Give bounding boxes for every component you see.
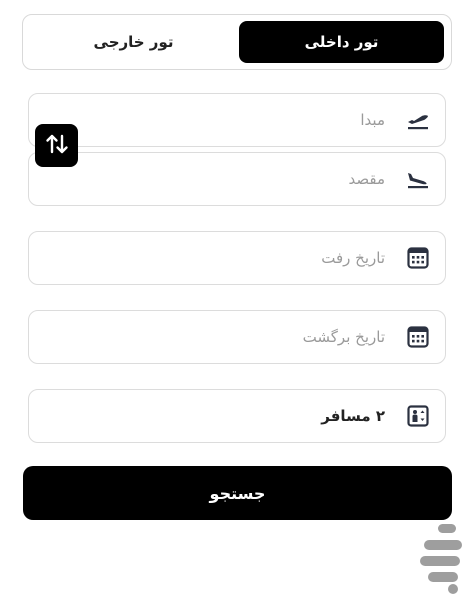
destination-placeholder: مقصد <box>348 170 385 188</box>
tab-foreign-tour[interactable]: تور خارجی <box>31 21 236 63</box>
app-store-watermark-logo <box>418 520 466 596</box>
calendar-icon <box>405 245 431 271</box>
tour-type-tabs: تور داخلی تور خارجی <box>22 14 452 70</box>
swap-vertical-icon <box>44 131 70 161</box>
return-date-field[interactable]: تاریخ برگشت <box>28 310 446 364</box>
calendar-icon <box>405 324 431 350</box>
origin-placeholder: مبدا <box>360 111 385 129</box>
departure-date-placeholder: تاریخ رفت <box>321 249 385 267</box>
return-date-placeholder: تاریخ برگشت <box>302 328 385 346</box>
airplane-takeoff-icon <box>405 107 431 133</box>
passengers-value: ۲ مسافر <box>321 407 385 425</box>
passengers-field[interactable]: ۲ مسافر <box>28 389 446 443</box>
departure-date-field[interactable]: تاریخ رفت <box>28 231 446 285</box>
airplane-landing-icon <box>405 166 431 192</box>
tab-domestic-tour[interactable]: تور داخلی <box>239 21 444 63</box>
passenger-counter-icon <box>405 403 431 429</box>
origin-field[interactable]: مبدا <box>28 93 446 147</box>
swap-origin-destination-button[interactable] <box>35 124 78 167</box>
search-button[interactable]: جستجو <box>23 466 452 520</box>
destination-field[interactable]: مقصد <box>28 152 446 206</box>
